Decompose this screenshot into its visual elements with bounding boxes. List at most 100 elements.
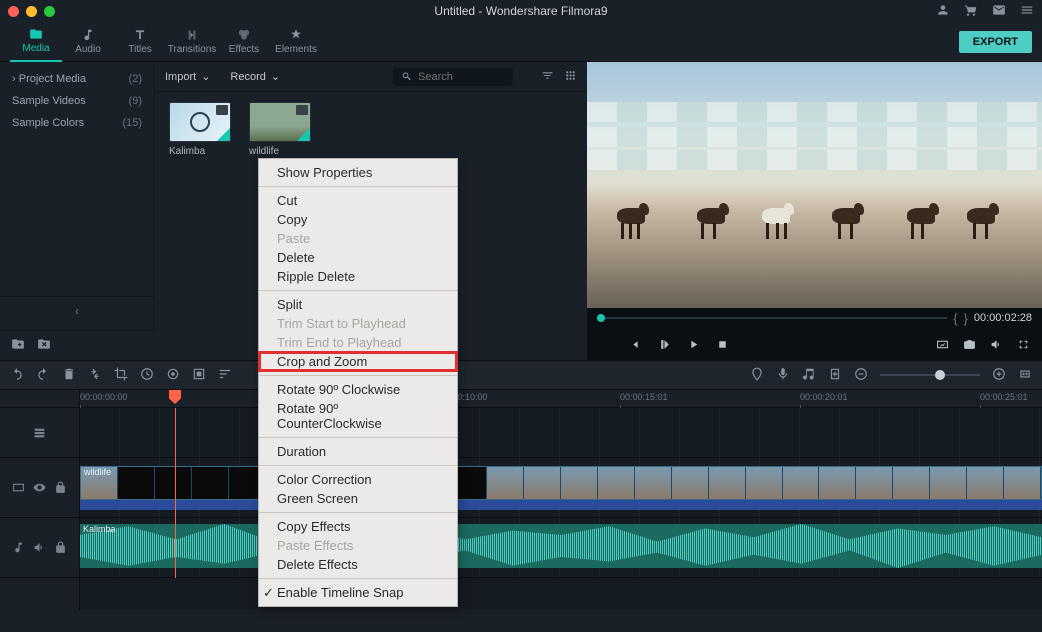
media-thumbnail[interactable]: wildlife	[249, 102, 311, 157]
delete-folder-icon[interactable]	[36, 337, 52, 354]
zoom-fit-icon[interactable]	[1018, 367, 1032, 384]
cm-rotate-ccw[interactable]: Rotate 90º CounterClockwise	[259, 399, 457, 433]
cm-green-screen[interactable]: Green Screen	[259, 489, 457, 508]
add-marker-icon[interactable]	[828, 367, 842, 384]
audio-clip[interactable]: Kalimba	[80, 524, 1042, 568]
cm-ripple-delete[interactable]: Ripple Delete	[259, 267, 457, 286]
media-thumbnail[interactable]: Kalimba	[169, 102, 231, 157]
tab-audio[interactable]: Audio	[62, 22, 114, 62]
sidebar-item-label: Project Media	[19, 73, 86, 85]
export-button[interactable]: EXPORT	[959, 31, 1032, 53]
clip-label: Kalimba	[83, 524, 116, 534]
timeline-video-track[interactable]: wildlife	[80, 458, 1042, 518]
video-track-head[interactable]	[0, 458, 79, 518]
video-clip-audio-bar	[80, 500, 1042, 510]
cm-show-properties[interactable]: Show Properties	[259, 163, 457, 182]
cm-copy-effects[interactable]: Copy Effects	[259, 517, 457, 536]
tab-titles[interactable]: Titles	[114, 22, 166, 62]
mark-in-icon[interactable]: {	[953, 311, 957, 326]
stop-button[interactable]	[716, 338, 729, 351]
visibility-icon[interactable]	[33, 481, 46, 494]
tab-effects[interactable]: Effects	[218, 22, 270, 62]
lock-icon[interactable]	[54, 541, 67, 554]
scrub-handle[interactable]	[597, 314, 605, 322]
new-folder-icon[interactable]	[10, 337, 26, 354]
cm-delete[interactable]: Delete	[259, 248, 457, 267]
greenscreen-icon[interactable]	[192, 367, 206, 384]
filter-icon[interactable]	[541, 69, 554, 85]
cm-rotate-cw[interactable]: Rotate 90º Clockwise	[259, 380, 457, 399]
sidebar-item-sample-videos[interactable]: Sample Videos (9)	[0, 90, 154, 112]
zoom-in-icon[interactable]	[992, 367, 1006, 384]
maximize-button[interactable]	[44, 6, 55, 17]
adjust-icon[interactable]	[218, 367, 232, 384]
account-icon[interactable]	[936, 3, 950, 20]
search-box[interactable]	[393, 68, 513, 86]
play-button[interactable]	[687, 338, 700, 351]
color-icon[interactable]	[166, 367, 180, 384]
tab-media[interactable]: Media	[10, 22, 62, 62]
undo-icon[interactable]	[10, 367, 24, 384]
lock-icon[interactable]	[54, 481, 67, 494]
timeline-tracks-area[interactable]: 00:00:00:00 00:00:05:00 00:00:10:00 00:0…	[80, 390, 1042, 610]
zoom-out-icon[interactable]	[854, 367, 868, 384]
split-icon[interactable]	[88, 367, 102, 384]
import-dropdown[interactable]: Import ⌄	[165, 70, 210, 83]
close-button[interactable]	[8, 6, 19, 17]
playhead[interactable]	[175, 408, 176, 578]
check-icon	[217, 128, 230, 141]
redo-icon[interactable]	[36, 367, 50, 384]
sidebar-collapse-icon[interactable]: ‹	[0, 296, 154, 324]
window-controls	[8, 6, 55, 17]
minimize-button[interactable]	[26, 6, 37, 17]
cm-crop-zoom[interactable]: Crop and Zoom	[259, 352, 457, 371]
cm-split[interactable]: Split	[259, 295, 457, 314]
cm-timeline-snap[interactable]: ✓Enable Timeline Snap	[259, 583, 457, 602]
cart-icon[interactable]	[964, 3, 978, 20]
track-manager-head[interactable]	[0, 408, 79, 458]
sidebar-item-sample-colors[interactable]: Sample Colors (15)	[0, 112, 154, 134]
sidebar-item-count: (9)	[129, 95, 142, 107]
marker-icon[interactable]	[750, 367, 764, 384]
speed-icon[interactable]	[140, 367, 154, 384]
timeline-audio-track[interactable]: Kalimba	[80, 518, 1042, 578]
tab-label: Effects	[229, 44, 259, 55]
audio-track-head[interactable]	[0, 518, 79, 578]
tab-transitions[interactable]: Transitions	[166, 22, 218, 62]
preview-scrubber: { } 00:00:02:28	[587, 308, 1042, 328]
tab-elements[interactable]: Elements	[270, 22, 322, 62]
preview-video[interactable]	[587, 62, 1042, 308]
grid-view-icon[interactable]	[564, 69, 577, 85]
record-dropdown[interactable]: Record ⌄	[230, 70, 280, 83]
play-pause-button[interactable]	[658, 338, 671, 351]
menu-icon[interactable]	[1020, 3, 1034, 20]
mute-icon[interactable]	[33, 541, 46, 554]
cm-copy[interactable]: Copy	[259, 210, 457, 229]
video-clip[interactable]: wildlife	[80, 466, 1042, 500]
fullscreen-icon[interactable]	[1017, 338, 1030, 351]
timeline-track-empty[interactable]	[80, 408, 1042, 458]
volume-icon[interactable]	[990, 338, 1003, 351]
sidebar: › Project Media (2) Sample Videos (9) Sa…	[0, 62, 155, 330]
cm-delete-effects[interactable]: Delete Effects	[259, 555, 457, 574]
prev-frame-button[interactable]	[629, 338, 642, 351]
timeline-ruler[interactable]: 00:00:00:00 00:00:05:00 00:00:10:00 00:0…	[80, 390, 1042, 408]
cm-color-correction[interactable]: Color Correction	[259, 470, 457, 489]
zoom-handle[interactable]	[935, 370, 945, 380]
cm-duration[interactable]: Duration	[259, 442, 457, 461]
thumbnail-label: wildlife	[249, 146, 311, 157]
crop-icon[interactable]	[114, 367, 128, 384]
scrub-track[interactable]	[597, 317, 947, 319]
sidebar-item-project-media[interactable]: › Project Media (2)	[0, 68, 154, 90]
quality-icon[interactable]	[936, 338, 949, 351]
delete-icon[interactable]	[62, 367, 76, 384]
search-input[interactable]	[418, 71, 498, 83]
zoom-slider[interactable]	[880, 374, 980, 376]
mixer-icon[interactable]	[802, 367, 816, 384]
snapshot-icon[interactable]	[963, 338, 976, 351]
message-icon[interactable]	[992, 3, 1006, 20]
cm-cut[interactable]: Cut	[259, 191, 457, 210]
ruler-tick: 00:00:25:01	[980, 392, 1028, 402]
record-vo-icon[interactable]	[776, 367, 790, 384]
mark-out-icon[interactable]: }	[964, 311, 968, 326]
